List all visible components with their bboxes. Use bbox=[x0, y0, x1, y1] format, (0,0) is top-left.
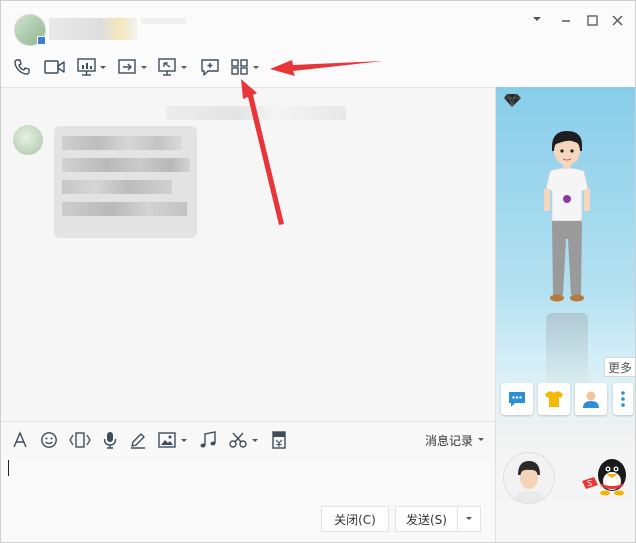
qq-show-sidebar: 更多 S bbox=[495, 87, 635, 542]
message-history-button[interactable]: 消息记录 bbox=[425, 432, 486, 448]
message-history-label: 消息记录 bbox=[425, 433, 474, 448]
microphone-icon[interactable] bbox=[100, 430, 120, 450]
remote-desktop-icon[interactable] bbox=[157, 56, 189, 78]
text-cursor bbox=[8, 460, 9, 476]
phone-icon[interactable] bbox=[11, 56, 33, 78]
font-icon[interactable] bbox=[10, 430, 30, 450]
chat-window: 消息记录 关闭(C) 发送(S) 更多 S bbox=[0, 0, 636, 543]
qq-penguin-logo: S bbox=[578, 453, 634, 503]
minimize-icon[interactable] bbox=[558, 12, 574, 28]
image-icon[interactable] bbox=[157, 430, 189, 450]
svg-text:S: S bbox=[587, 479, 592, 488]
file-transfer-icon[interactable] bbox=[117, 56, 149, 78]
sender-avatar[interactable] bbox=[13, 125, 43, 155]
avatar-reflection bbox=[546, 313, 588, 393]
input-toolbar: 消息记录 bbox=[1, 421, 495, 458]
screen-share-icon[interactable] bbox=[77, 56, 107, 78]
more-button[interactable]: 更多 bbox=[604, 357, 635, 377]
qq-show-avatar[interactable] bbox=[540, 127, 594, 307]
message-bubble[interactable] bbox=[54, 126, 197, 238]
chat-bubble-button[interactable] bbox=[501, 383, 533, 415]
music-icon[interactable] bbox=[198, 430, 218, 450]
profile-button[interactable] bbox=[575, 383, 607, 415]
more-options-button[interactable] bbox=[613, 383, 633, 415]
chevron-down-icon bbox=[478, 438, 485, 441]
diamond-icon[interactable] bbox=[502, 91, 524, 109]
close-icon[interactable] bbox=[609, 12, 625, 28]
message-input[interactable]: 关闭(C) 发送(S) bbox=[1, 458, 495, 542]
video-icon[interactable] bbox=[42, 56, 68, 78]
my-avatar[interactable] bbox=[503, 452, 555, 504]
more-button-label: 更多 bbox=[607, 360, 632, 375]
maximize-icon[interactable] bbox=[584, 12, 600, 28]
chevron-down-icon bbox=[466, 517, 472, 520]
online-status-icon bbox=[37, 36, 46, 45]
scissors-icon[interactable] bbox=[228, 430, 262, 450]
user-icon bbox=[583, 391, 599, 408]
header bbox=[1, 1, 635, 88]
pen-icon[interactable] bbox=[128, 430, 148, 450]
contact-signature bbox=[141, 18, 186, 24]
tshirt-icon bbox=[545, 391, 563, 407]
send-button-label: 发送(S) bbox=[406, 512, 447, 527]
more-vertical-icon bbox=[621, 391, 625, 407]
chevron-down-icon[interactable] bbox=[530, 12, 544, 26]
send-options-button[interactable] bbox=[457, 506, 481, 532]
message-area bbox=[1, 88, 495, 421]
close-button-label: 关闭(C) bbox=[334, 512, 376, 527]
add-note-icon[interactable] bbox=[199, 56, 221, 78]
emoji-icon[interactable] bbox=[39, 430, 59, 450]
message-timestamp bbox=[166, 106, 346, 120]
outfit-button[interactable] bbox=[538, 383, 570, 415]
app-grid-icon[interactable] bbox=[230, 56, 264, 78]
contact-name[interactable] bbox=[49, 18, 137, 40]
close-button[interactable]: 关闭(C) bbox=[321, 506, 389, 532]
red-packet-icon[interactable] bbox=[269, 430, 289, 450]
window-shake-icon[interactable] bbox=[67, 430, 93, 450]
chat-bubble-icon bbox=[509, 392, 525, 407]
send-button[interactable]: 发送(S) bbox=[395, 506, 458, 532]
